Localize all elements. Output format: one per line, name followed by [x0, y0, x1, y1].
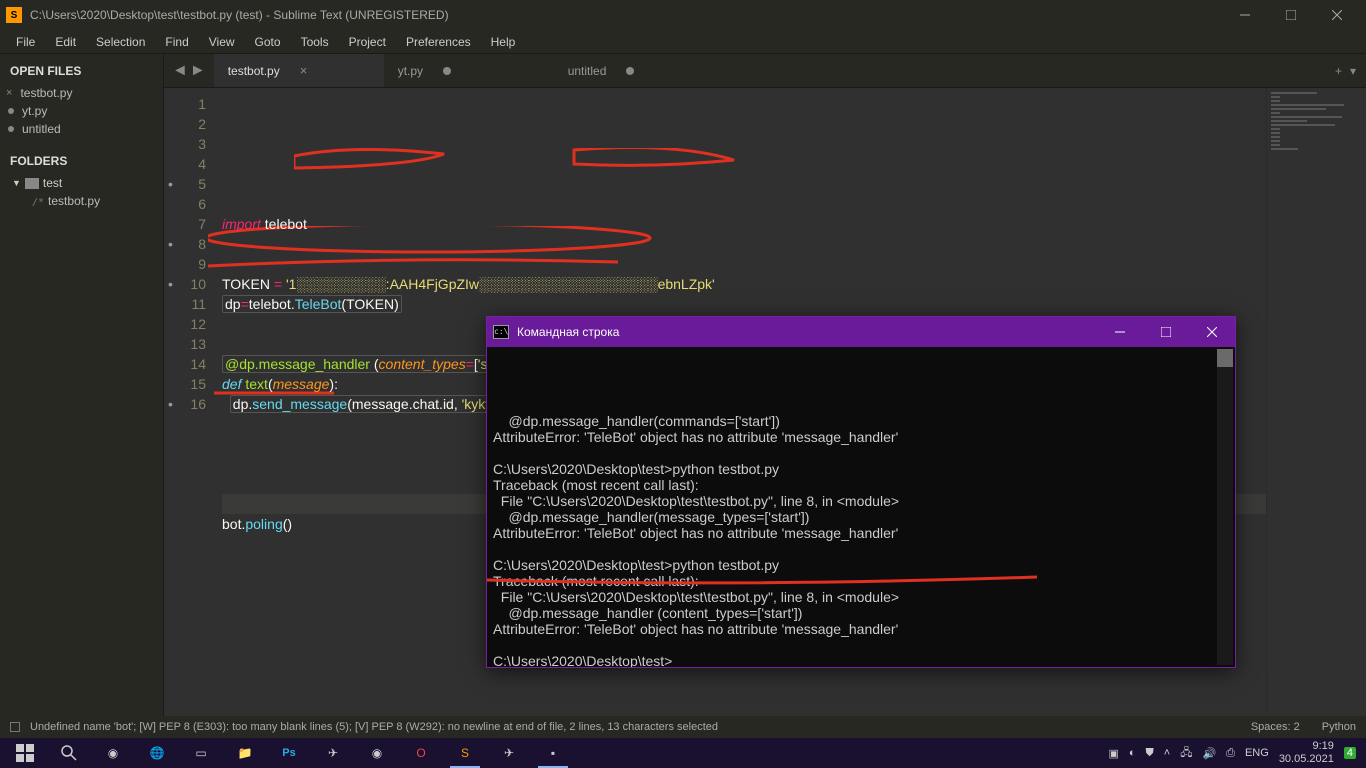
open-files-heading: OPEN FILES	[0, 60, 163, 84]
app-icon: S	[6, 7, 22, 23]
system-tray[interactable]: ▣ ◐ ⛊ ˄ 🖧 🔊 ⎙ ENG 9:1930.05.2021 4	[1102, 740, 1362, 766]
taskbar: ◉ 🌐 ▭ 📁 Ps ✈ ◉ O S ✈ ▪ ▣ ◐ ⛊ ˄ 🖧 🔊 ⎙ ENG…	[0, 738, 1366, 768]
taskbar-steam[interactable]: ◉	[92, 738, 134, 768]
taskbar-chrome[interactable]: ◉	[356, 738, 398, 768]
cmd-titlebar[interactable]: c:\ Командная строка	[487, 317, 1235, 347]
openfile-untitled[interactable]: untitled	[0, 120, 163, 138]
menu-goto[interactable]: Goto	[245, 32, 291, 52]
cmd-output[interactable]: @dp.message_handler(commands=['start'])A…	[487, 347, 1235, 667]
tray-chevron-up-icon[interactable]: ˄	[1164, 747, 1170, 759]
folders-heading: FOLDERS	[0, 150, 163, 174]
cmd-maximize-button[interactable]	[1143, 317, 1189, 347]
folder-test[interactable]: ▼test	[0, 174, 163, 192]
tab-testbot[interactable]: testbot.py×	[214, 54, 384, 87]
taskbar-sublime[interactable]: S	[444, 738, 486, 768]
menu-preferences[interactable]: Preferences	[396, 32, 481, 52]
menu-project[interactable]: Project	[339, 32, 396, 52]
menu-help[interactable]: Help	[481, 32, 526, 52]
new-tab-button[interactable]: +	[1335, 64, 1342, 78]
menu-edit[interactable]: Edit	[45, 32, 86, 52]
tray-icon[interactable]: ▣	[1108, 747, 1118, 760]
openfile-yt[interactable]: yt.py	[0, 102, 163, 120]
taskbar-cmd[interactable]: ▪	[532, 738, 574, 768]
tray-volume-icon[interactable]: 🔊	[1202, 747, 1216, 760]
taskbar-app-1[interactable]: 🌐	[136, 738, 178, 768]
nav-fwd-icon: ►	[190, 62, 206, 80]
dirty-dot-icon	[626, 67, 634, 75]
tray-icon[interactable]: ◐	[1129, 747, 1136, 759]
dirty-dot-icon	[443, 67, 451, 75]
tray-icon[interactable]: ⛊	[1146, 747, 1154, 760]
file-testbot[interactable]: testbot.py	[0, 192, 163, 210]
tray-clock[interactable]: 9:1930.05.2021	[1279, 740, 1334, 766]
window-titlebar: S C:\Users\2020\Desktop\test\testbot.py …	[0, 0, 1366, 30]
status-message: Undefined name 'bot'; [W] PEP 8 (E303): …	[30, 721, 718, 733]
menubar: File Edit Selection Find View Goto Tools…	[0, 30, 1366, 54]
window-title: C:\Users\2020\Desktop\test\testbot.py (t…	[30, 8, 1222, 22]
status-spaces[interactable]: Spaces: 2	[1251, 721, 1300, 733]
tab-menu-button[interactable]: ▾	[1350, 64, 1356, 78]
taskbar-telegram[interactable]: ✈	[312, 738, 354, 768]
tray-notifications[interactable]: 4	[1344, 747, 1356, 759]
nav-back-icon: ◄	[172, 62, 188, 80]
tray-lang[interactable]: ENG	[1245, 747, 1269, 759]
menu-view[interactable]: View	[199, 32, 245, 52]
cmd-close-button[interactable]	[1189, 317, 1235, 347]
statusbar: Undefined name 'bot'; [W] PEP 8 (E303): …	[0, 716, 1366, 738]
cmd-minimize-button[interactable]	[1097, 317, 1143, 347]
status-square-icon[interactable]	[10, 722, 20, 732]
cmd-title: Командная строка	[517, 325, 619, 339]
menu-find[interactable]: Find	[155, 32, 198, 52]
close-button[interactable]	[1314, 0, 1360, 30]
status-lang[interactable]: Python	[1322, 721, 1356, 733]
minimize-button[interactable]	[1222, 0, 1268, 30]
tab-yt[interactable]: yt.py	[384, 54, 554, 87]
menu-tools[interactable]: Tools	[291, 32, 339, 52]
taskbar-photoshop[interactable]: Ps	[268, 738, 310, 768]
openfile-testbot[interactable]: ×testbot.py	[0, 84, 163, 102]
cmd-window[interactable]: c:\ Командная строка @dp.message_handler…	[486, 316, 1236, 668]
tray-icon[interactable]: ⎙	[1226, 747, 1235, 760]
menu-file[interactable]: File	[6, 32, 45, 52]
cmd-icon: c:\	[493, 325, 509, 339]
sidebar: OPEN FILES ×testbot.py yt.py untitled FO…	[0, 54, 164, 716]
taskbar-taskview[interactable]: ▭	[180, 738, 222, 768]
close-icon[interactable]: ×	[300, 63, 308, 78]
tab-history-nav[interactable]: ◄►	[164, 54, 214, 87]
menu-selection[interactable]: Selection	[86, 32, 155, 52]
maximize-button[interactable]	[1268, 0, 1314, 30]
line-gutter: 12345678910111213141516	[164, 88, 214, 716]
taskbar-opera[interactable]: O	[400, 738, 442, 768]
start-button[interactable]	[4, 738, 46, 768]
tabbar: ◄► testbot.py× yt.py untitled + ▾	[164, 54, 1366, 88]
search-button[interactable]	[48, 738, 90, 768]
tray-network-icon[interactable]: 🖧	[1180, 744, 1192, 763]
tab-untitled[interactable]: untitled	[554, 54, 724, 87]
minimap[interactable]	[1266, 88, 1366, 716]
cmd-scrollbar[interactable]	[1217, 349, 1233, 665]
taskbar-app-2[interactable]: ✈	[488, 738, 530, 768]
taskbar-explorer[interactable]: 📁	[224, 738, 266, 768]
